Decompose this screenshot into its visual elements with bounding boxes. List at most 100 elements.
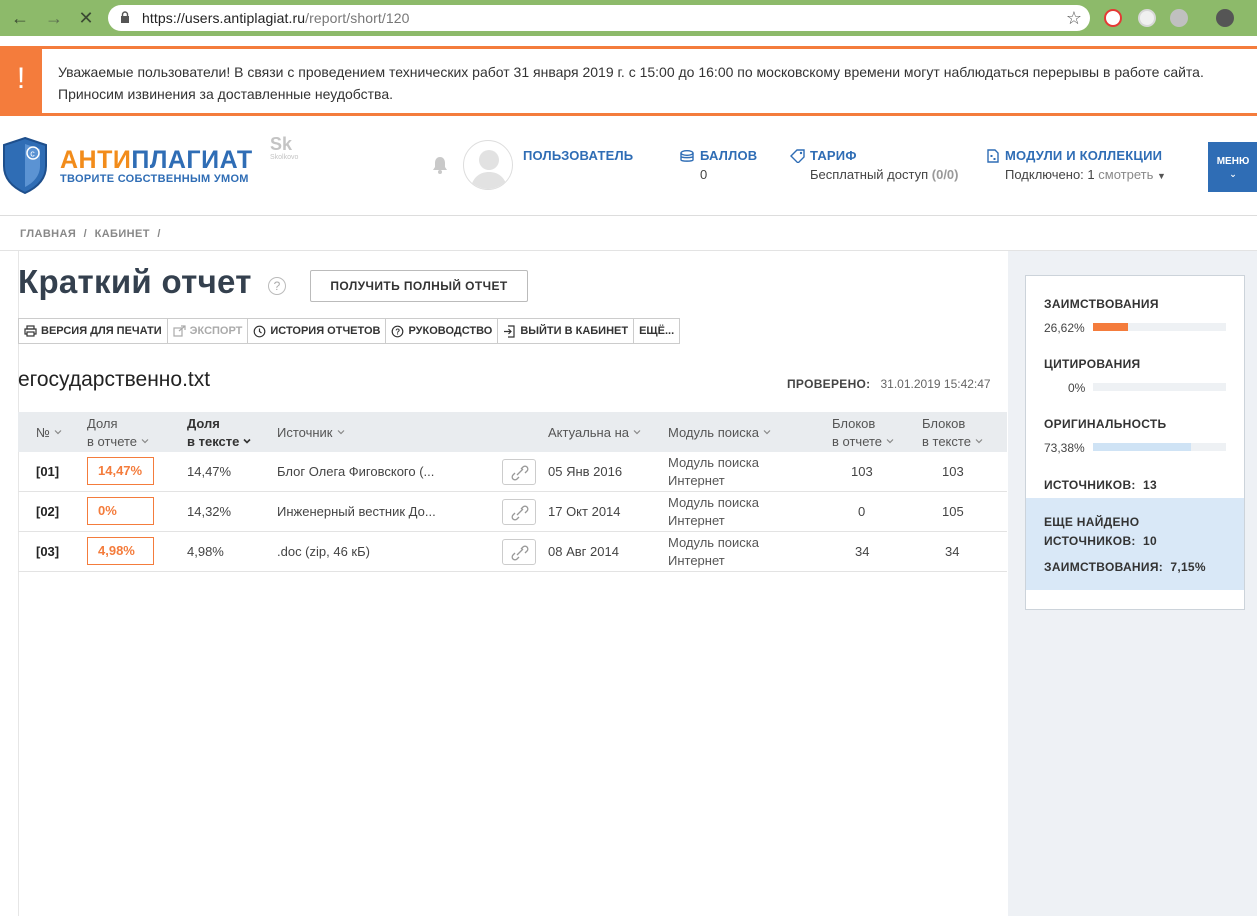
user-avatar[interactable] xyxy=(463,140,513,190)
search-module: Модуль поиска Интернет xyxy=(668,455,759,488)
help-icon[interactable]: ? xyxy=(268,277,286,295)
sort-chevron-icon xyxy=(975,439,983,444)
source-name[interactable]: Инженерный вестник До... xyxy=(277,504,436,519)
source-link-button[interactable] xyxy=(502,499,536,525)
chain-link-icon xyxy=(511,465,529,481)
extension-icon[interactable] xyxy=(1138,9,1156,27)
url-text: https://users.antiplagiat.ru/report/shor… xyxy=(142,10,410,26)
points-value: 0 xyxy=(700,167,708,182)
share-in-report-input[interactable]: 4,98% xyxy=(87,537,154,565)
more-found-block[interactable]: ЕЩЕ НАЙДЕНО ИСТОЧНИКОВ: 10 ЗАИМСТВОВАНИЯ… xyxy=(1026,498,1244,590)
user-silhouette-icon xyxy=(470,150,508,189)
export-button[interactable]: ЭКСПОРТ xyxy=(168,319,249,343)
guide-button[interactable]: ? РУКОВОДСТВО xyxy=(386,319,499,343)
column-actual-date-header[interactable]: Актуальна на xyxy=(548,424,641,442)
table-row[interactable]: [03] 4,98% 4,98% .doc (zip, 46 кБ) 08 Ав… xyxy=(18,532,1007,572)
address-bar[interactable]: https://users.antiplagiat.ru/report/shor… xyxy=(108,5,1090,31)
report-history-button[interactable]: ИСТОРИЯ ОТЧЕТОВ xyxy=(248,319,387,343)
source-name[interactable]: Блог Олега Фиговского (... xyxy=(277,464,434,479)
exit-to-cabinet-button[interactable]: ВЫЙТИ В КАБИНЕТ xyxy=(498,319,635,343)
source-link-button[interactable] xyxy=(502,459,536,485)
column-share-in-report-header[interactable]: Доля в отчете xyxy=(87,415,149,451)
antiplagiat-shield-logo-icon[interactable]: c xyxy=(2,136,48,194)
breadcrumb: ГЛАВНАЯ / КАБИНЕТ / xyxy=(20,228,161,240)
exit-door-icon xyxy=(504,324,515,338)
citations-bar xyxy=(1093,383,1226,391)
menu-button[interactable]: МЕНЮ ⌄ xyxy=(1208,142,1257,192)
blocks-in-text: 34 xyxy=(945,544,960,559)
share-in-report-input[interactable]: 14,47% xyxy=(87,457,154,485)
report-stats-panel: ЗАИМСТВОВАНИЯ 26,62% ЦИТИРОВАНИЯ 0% ОРИГ… xyxy=(1025,275,1245,610)
notification-bell-icon[interactable] xyxy=(432,156,448,174)
citations-value: 0% xyxy=(1068,381,1086,395)
column-blocks-in-text-header[interactable]: Блоков в тексте xyxy=(922,415,983,451)
checked-timestamp: ПРОВЕРЕНО: 31.01.2019 15:42:47 xyxy=(787,377,991,391)
source-name[interactable]: .doc (zip, 46 кБ) xyxy=(277,544,370,559)
column-source-header[interactable]: Источник xyxy=(277,424,345,442)
breadcrumb-home[interactable]: ГЛАВНАЯ xyxy=(20,228,76,240)
share-in-report-input[interactable]: 0% xyxy=(87,497,154,525)
profile-icon[interactable] xyxy=(1216,9,1234,27)
modules-document-icon xyxy=(987,149,999,163)
extension-flag-icon[interactable] xyxy=(1170,9,1188,27)
more-found-line1: ЕЩЕ НАЙДЕНО xyxy=(1044,515,1140,529)
blocks-in-text: 103 xyxy=(942,464,964,479)
table-row[interactable]: [02] 0% 14,32% Инженерный вестник До... … xyxy=(18,492,1007,532)
site-header: c АНТИПЛАГИАТ ТВОРИТЕ СОБСТВЕННЫМ УМОМ S… xyxy=(0,116,1257,216)
breadcrumb-cabinet[interactable]: КАБИНЕТ xyxy=(95,228,150,240)
originality-value: 73,38% xyxy=(1044,441,1085,455)
table-row[interactable]: [01] 14,47% 14,47% Блог Олега Фиговского… xyxy=(18,452,1007,492)
sources-count: ИСТОЧНИКОВ: 13 xyxy=(1044,478,1157,492)
column-search-module-header[interactable]: Модуль поиска xyxy=(668,424,771,442)
sort-chevron-icon xyxy=(886,439,894,444)
more-button[interactable]: ЕЩЁ... xyxy=(634,319,679,343)
stop-loading-icon[interactable]: ✕ xyxy=(76,8,96,28)
blocks-in-report: 103 xyxy=(851,464,873,479)
forward-arrow-icon[interactable]: → xyxy=(44,8,64,28)
share-in-text: 14,47% xyxy=(187,464,232,479)
modules-view-link[interactable]: смотреть xyxy=(1098,167,1153,182)
borrowings-bar-fill xyxy=(1093,323,1128,331)
coins-icon xyxy=(680,150,694,162)
get-full-report-button[interactable]: ПОЛУЧИТЬ ПОЛНЫЙ ОТЧЕТ xyxy=(310,270,528,302)
actual-date: 17 Окт 2014 xyxy=(548,504,621,519)
modules-label[interactable]: МОДУЛИ И КОЛЛЕКЦИИ xyxy=(1005,148,1162,163)
citations-label: ЦИТИРОВАНИЯ xyxy=(1044,357,1141,371)
originality-label: ОРИГИНАЛЬНОСТЬ xyxy=(1044,417,1167,431)
more-found-sources: ИСТОЧНИКОВ: 10 xyxy=(1044,534,1157,548)
logo-tagline: ТВОРИТЕ СОБСТВЕННЫМ УМОМ xyxy=(60,173,249,185)
printer-icon xyxy=(24,325,37,337)
sort-chevron-icon xyxy=(54,430,62,435)
skolkovo-logo: Sk xyxy=(270,134,293,154)
column-share-in-text-header[interactable]: Доля в тексте xyxy=(187,415,251,451)
skolkovo-text: Skolkovo xyxy=(270,154,299,161)
borrowings-value: 26,62% xyxy=(1044,321,1085,335)
chain-link-icon xyxy=(511,545,529,561)
price-tag-icon xyxy=(790,149,805,163)
lock-icon xyxy=(121,11,129,23)
logo-wordmark[interactable]: АНТИПЛАГИАТ xyxy=(60,146,253,175)
bookmark-star-icon[interactable]: ☆ xyxy=(1066,8,1082,29)
chevron-down-icon: ⌄ xyxy=(1229,169,1237,179)
user-menu-link[interactable]: ПОЛЬЗОВАТЕЛЬ xyxy=(523,148,633,163)
print-version-button[interactable]: ВЕРСИЯ ДЛЯ ПЕЧАТИ xyxy=(19,319,168,343)
sort-chevron-icon xyxy=(337,430,344,435)
sort-chevron-icon xyxy=(141,439,149,444)
svg-text:?: ? xyxy=(396,327,401,336)
source-link-button[interactable] xyxy=(502,539,536,565)
column-blocks-in-report-header[interactable]: Блоков в отчете xyxy=(832,415,894,451)
column-number-header[interactable]: № xyxy=(36,424,62,442)
points-label[interactable]: БАЛЛОВ xyxy=(700,148,757,163)
sort-chevron-icon xyxy=(243,438,251,444)
back-arrow-icon[interactable]: ← xyxy=(10,8,30,28)
tariff-label[interactable]: ТАРИФ xyxy=(810,148,857,163)
question-circle-icon: ? xyxy=(392,325,404,337)
yandex-extension-icon[interactable] xyxy=(1104,9,1122,27)
row-number: [02] xyxy=(36,504,60,519)
search-module: Модуль поиска Интернет xyxy=(668,535,759,568)
notice-text: Уважаемые пользователи! В связи с провед… xyxy=(58,64,1204,102)
export-icon xyxy=(173,325,186,337)
actual-date: 08 Авг 2014 xyxy=(548,544,619,559)
history-clock-icon xyxy=(253,325,266,337)
warning-icon: ! xyxy=(0,49,42,113)
